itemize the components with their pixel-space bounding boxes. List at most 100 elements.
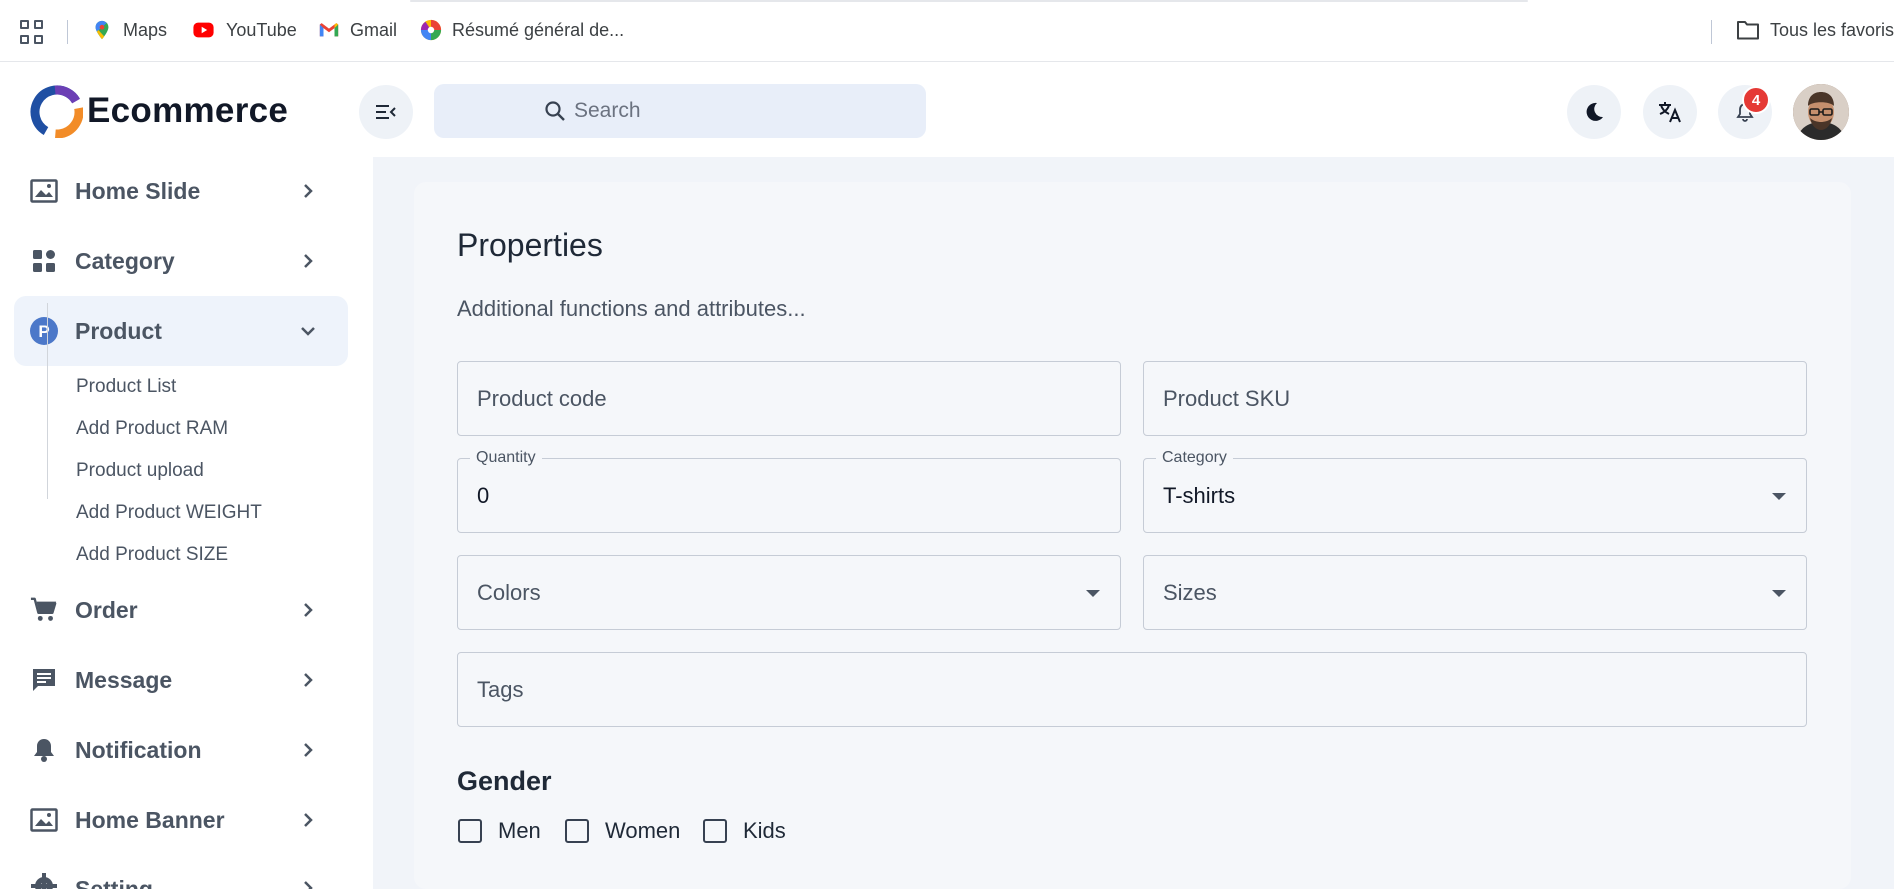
color-wheel-icon xyxy=(420,19,442,41)
bookmark-label: YouTube xyxy=(226,19,297,40)
chevron-right-icon xyxy=(300,672,316,688)
notification-count-badge: 4 xyxy=(1742,86,1770,114)
sidebar-item-setting[interactable]: Setting xyxy=(14,858,348,889)
dropdown-arrow-icon xyxy=(1772,493,1786,500)
tags-placeholder: Tags xyxy=(477,677,524,702)
bookmark-maps[interactable]: Maps xyxy=(91,19,167,41)
bookmark-youtube[interactable]: YouTube xyxy=(191,19,297,41)
colors-select[interactable]: Colors xyxy=(457,555,1121,630)
submenu-item-add-product-ram[interactable]: Add Product RAM xyxy=(76,418,228,440)
translate-button[interactable] xyxy=(1643,85,1697,139)
search-icon xyxy=(545,101,565,121)
youtube-icon xyxy=(193,22,214,38)
gender-checkbox-kids[interactable]: Kids xyxy=(703,818,786,844)
dark-mode-toggle-button[interactable] xyxy=(1567,85,1621,139)
folder-icon xyxy=(1736,21,1759,40)
checkbox-label: Kids xyxy=(743,818,786,843)
message-icon xyxy=(30,666,58,694)
bookmark-label: Maps xyxy=(123,19,168,40)
properties-card xyxy=(414,182,1851,889)
logo-mark-icon xyxy=(30,85,83,138)
chevron-right-icon xyxy=(300,183,316,199)
chevron-right-icon xyxy=(300,253,316,269)
sidebar-item-label: Home Banner xyxy=(75,806,225,833)
bookmark-gmail[interactable]: Gmail xyxy=(318,19,397,41)
sidebar-item-order[interactable]: Order xyxy=(14,578,348,642)
category-select[interactable]: Category T-shirts xyxy=(1143,449,1807,533)
product-code-placeholder: Product code xyxy=(477,386,607,411)
sidebar-item-label: Setting xyxy=(75,876,153,889)
translate-icon xyxy=(1659,102,1681,123)
image-icon xyxy=(30,806,58,834)
submenu-item-add-product-weight[interactable]: Add Product WEIGHT xyxy=(76,502,262,524)
sizes-placeholder: Sizes xyxy=(1163,580,1217,605)
quantity-label: Quantity xyxy=(470,449,542,467)
bell-icon xyxy=(30,736,58,764)
brand-logo[interactable]: Ecommerce xyxy=(29,84,288,138)
chevron-right-icon xyxy=(300,880,316,889)
bookmark-divider xyxy=(1711,20,1712,44)
bookmarks-bar: Maps YouTube Gmail Résumé général de... xyxy=(0,0,1894,62)
chevron-right-icon xyxy=(300,602,316,618)
product-code-field[interactable]: Product code xyxy=(457,361,1121,436)
bookmark-divider xyxy=(67,20,68,44)
gender-checkbox-men[interactable]: Men xyxy=(458,818,541,844)
bookmark-folder-label: Tous les favoris xyxy=(1769,19,1894,40)
sidebar-item-message[interactable]: Message xyxy=(14,648,348,712)
sizes-select[interactable]: Sizes xyxy=(1143,555,1807,630)
moon-icon xyxy=(1586,102,1603,121)
submenu-item-product-list[interactable]: Product List xyxy=(76,376,176,398)
gender-checkbox-women[interactable]: Women xyxy=(565,818,680,844)
category-value: T-shirts xyxy=(1163,483,1236,508)
sidebar-item-home-banner[interactable]: Home Banner xyxy=(14,788,348,852)
submenu-item-product-upload[interactable]: Product upload xyxy=(76,460,204,482)
brand-name: Ecommerce xyxy=(87,91,289,130)
gear-icon xyxy=(30,872,58,889)
gender-heading: Gender xyxy=(457,766,552,796)
sidebar-item-home-slide[interactable]: Home Slide xyxy=(14,159,348,223)
sidebar-item-label: Category xyxy=(75,247,175,274)
category-label: Category xyxy=(1156,449,1233,467)
section-subtitle: Additional functions and attributes... xyxy=(457,296,806,321)
sidebar-item-label: Notification xyxy=(75,736,202,763)
checkbox-box[interactable] xyxy=(565,819,589,843)
bookmark-label: Résumé général de... xyxy=(452,19,625,40)
chevron-right-icon xyxy=(300,812,316,828)
checkbox-box[interactable] xyxy=(703,819,727,843)
user-avatar[interactable] xyxy=(1793,84,1849,140)
sidebar-item-notification[interactable]: Notification xyxy=(14,718,348,782)
search-input[interactable] xyxy=(574,96,904,126)
quantity-field[interactable]: Quantity 0 xyxy=(457,449,1121,533)
cart-icon xyxy=(30,596,58,624)
apps-grid-icon[interactable] xyxy=(20,20,44,44)
image-icon xyxy=(30,177,58,205)
loading-bar xyxy=(410,0,1528,2)
search-bar xyxy=(434,84,926,138)
quantity-value: 0 xyxy=(477,483,490,508)
tags-field[interactable]: Tags xyxy=(457,652,1807,727)
dropdown-arrow-icon xyxy=(1772,590,1786,597)
section-title: Properties xyxy=(457,227,603,263)
colors-placeholder: Colors xyxy=(477,580,541,605)
checkbox-label: Men xyxy=(498,818,541,843)
avatar-image xyxy=(1793,84,1849,140)
checkbox-box[interactable] xyxy=(458,819,482,843)
bookmark-all-folder[interactable]: Tous les favoris xyxy=(1736,19,1894,41)
maps-pin-icon xyxy=(95,20,109,40)
menu-toggle-button[interactable] xyxy=(359,85,413,139)
sidebar-item-label: Order xyxy=(75,596,138,623)
sidebar-item-category[interactable]: Category xyxy=(14,229,348,293)
product-sku-placeholder: Product SKU xyxy=(1163,386,1291,411)
product-sku-field[interactable]: Product SKU xyxy=(1143,361,1807,436)
chevron-right-icon xyxy=(300,742,316,758)
menu-collapse-icon xyxy=(376,105,396,119)
sidebar-item-label: Home Slide xyxy=(75,177,201,204)
gmail-icon xyxy=(319,23,339,37)
checkbox-label: Women xyxy=(605,818,681,843)
sidebar-item-label: Message xyxy=(75,666,173,693)
bookmark-resume[interactable]: Résumé général de... xyxy=(420,19,624,41)
bookmark-label: Gmail xyxy=(350,19,398,40)
grid-icon xyxy=(30,247,58,275)
submenu-item-add-product-size[interactable]: Add Product SIZE xyxy=(76,544,228,566)
dropdown-arrow-icon xyxy=(1086,590,1100,597)
